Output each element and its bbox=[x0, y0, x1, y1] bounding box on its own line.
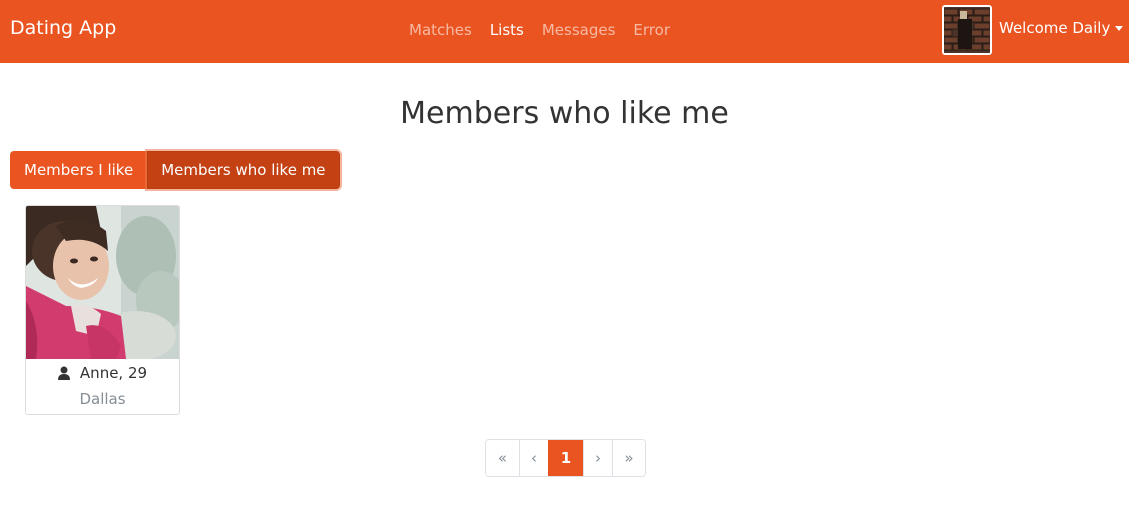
pagination-first-button[interactable]: « bbox=[486, 440, 519, 476]
member-city: Dallas bbox=[79, 390, 126, 408]
main-nav: Matches Lists Messages Error bbox=[400, 21, 679, 39]
members-i-like-button[interactable]: Members I like bbox=[10, 151, 148, 189]
user-avatar[interactable] bbox=[942, 5, 992, 55]
likes-filter-group: Members I like Members who like me bbox=[10, 151, 340, 189]
user-menu-label: Welcome Daily bbox=[999, 19, 1111, 37]
member-name-row: Anne, 29 bbox=[26, 364, 179, 382]
brand-link[interactable]: Dating App bbox=[10, 17, 116, 39]
pagination-last-button[interactable]: » bbox=[612, 440, 645, 476]
nav-link-messages[interactable]: Messages bbox=[542, 21, 616, 39]
pagination-next-button[interactable]: › bbox=[583, 440, 612, 476]
user-icon bbox=[57, 366, 70, 380]
member-photo-image bbox=[26, 206, 179, 359]
nav-link-lists[interactable]: Lists bbox=[490, 21, 524, 39]
member-name-age: Anne, 29 bbox=[79, 364, 148, 382]
nav-link-error[interactable]: Error bbox=[633, 21, 670, 39]
page-title: Members who like me bbox=[400, 96, 729, 131]
user-dropdown-toggle[interactable]: Welcome Daily bbox=[999, 19, 1124, 37]
pagination: « ‹ 1 › » bbox=[485, 439, 646, 477]
chevron-down-icon bbox=[1115, 25, 1124, 31]
members-who-like-me-button[interactable]: Members who like me bbox=[147, 151, 340, 189]
top-navbar: Dating App Matches Lists Messages Error … bbox=[0, 0, 1129, 63]
member-card[interactable]: Anne, 29 Dallas bbox=[25, 205, 180, 415]
pagination-prev-button[interactable]: ‹ bbox=[519, 440, 548, 476]
member-photo[interactable] bbox=[26, 206, 179, 359]
pagination-page-1[interactable]: 1 bbox=[548, 440, 583, 476]
nav-link-matches[interactable]: Matches bbox=[409, 21, 472, 39]
avatar-photo bbox=[944, 7, 990, 53]
